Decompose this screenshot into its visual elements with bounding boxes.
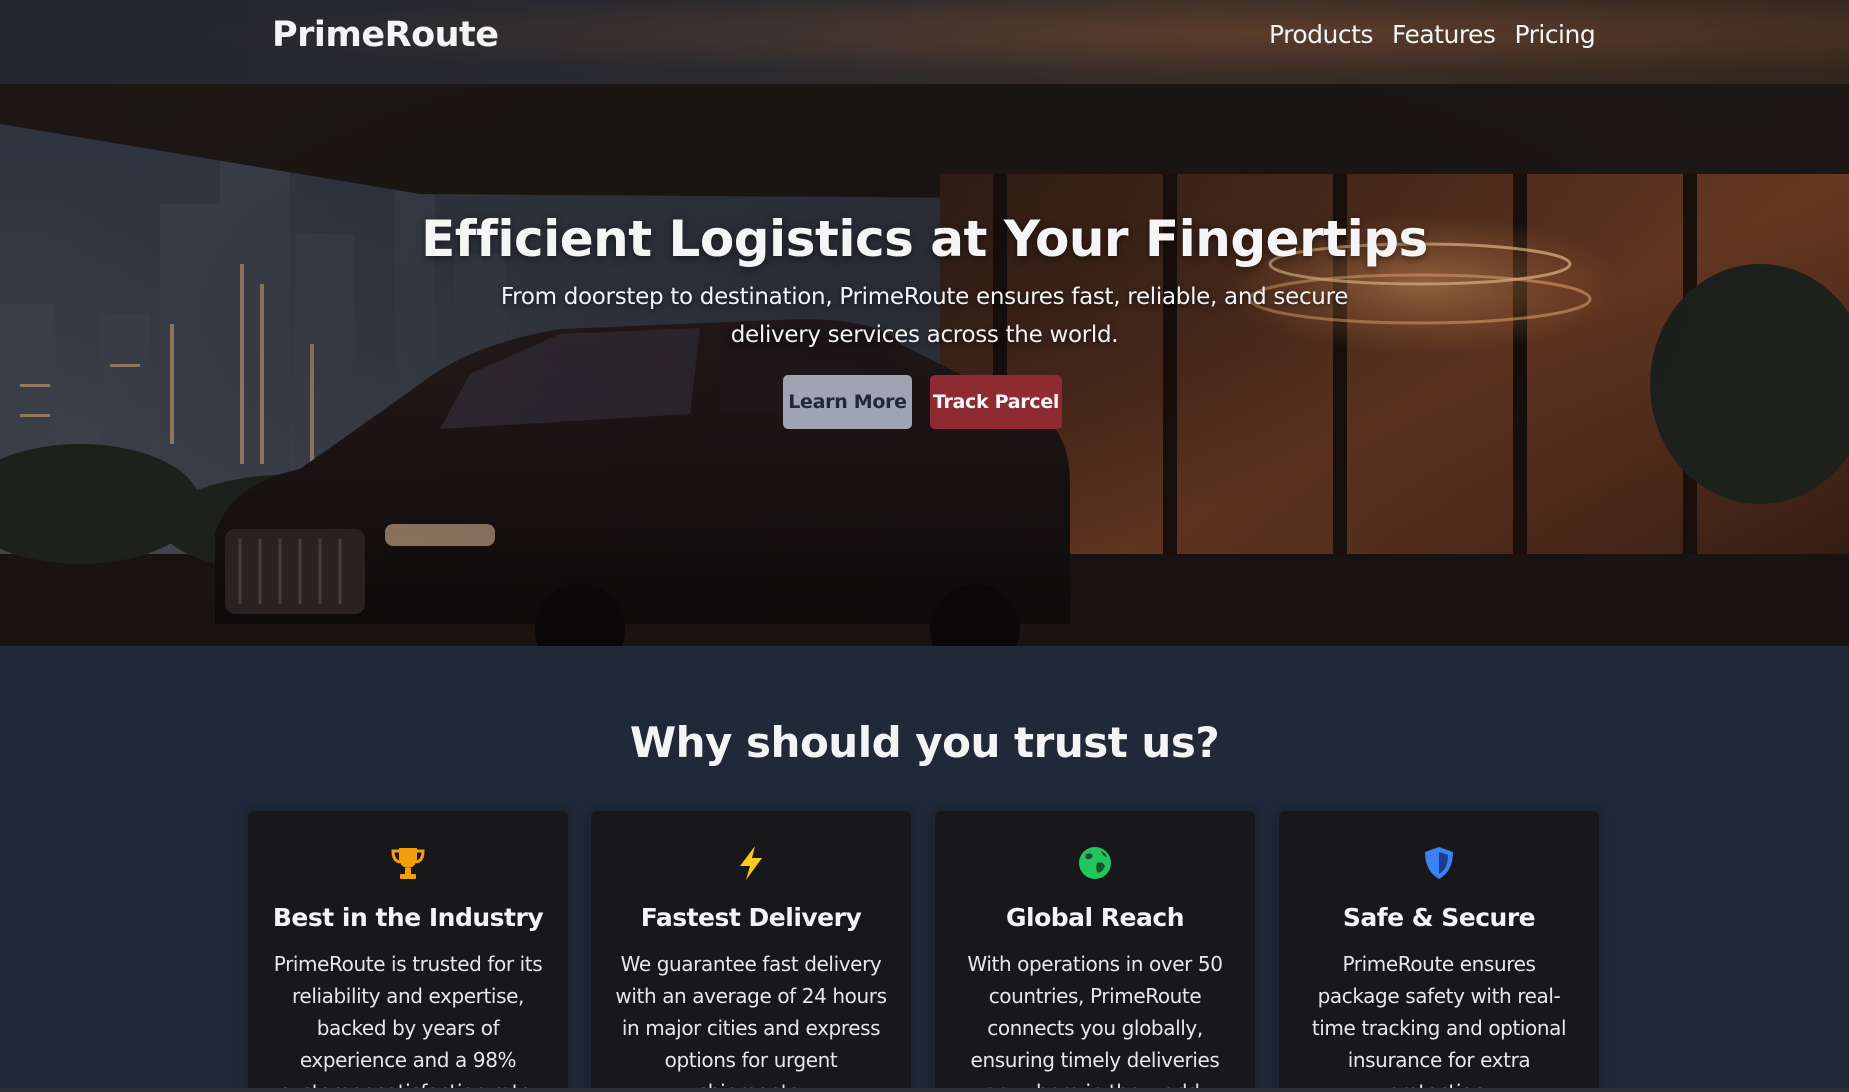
scrollbar-track (0, 1088, 1849, 1092)
hero-subtitle: From doorstep to destination, PrimeRoute… (500, 284, 1349, 348)
main-nav: Products Features Pricing (1269, 20, 1596, 49)
card-text: PrimeRoute is trusted for its reliabilit… (273, 952, 543, 1092)
card-title: Best in the Industry (272, 903, 544, 932)
nav-features[interactable]: Features (1392, 20, 1496, 49)
lightning-icon (591, 845, 911, 881)
shield-icon (1279, 845, 1599, 881)
card-text: We guarantee fast delivery with an avera… (615, 952, 887, 1092)
site-header: PrimeRoute Products Features Pricing (0, 0, 1849, 84)
card-text: PrimeRoute ensures package safety with r… (1311, 952, 1567, 1092)
feature-card-secure: Safe & Secure PrimeRoute ensures package… (1279, 811, 1599, 1092)
brand-logo[interactable]: PrimeRoute (272, 15, 499, 55)
feature-card-fastest: Fastest Delivery We guarantee fast deliv… (591, 811, 911, 1092)
trophy-icon (248, 845, 568, 881)
feature-card-best: Best in the Industry PrimeRoute is trust… (248, 811, 568, 1092)
card-title: Fastest Delivery (640, 903, 862, 932)
nav-products[interactable]: Products (1269, 20, 1373, 49)
hero-section: Efficient Logistics at Your Fingertips F… (0, 84, 1849, 646)
card-title: Global Reach (1006, 903, 1185, 932)
feature-card-global: Global Reach With operations in over 50 … (935, 811, 1255, 1092)
nav-pricing[interactable]: Pricing (1514, 20, 1595, 49)
learn-more-button[interactable]: Learn More (783, 375, 912, 429)
page: PrimeRoute Products Features Pricing Eff… (0, 0, 1849, 1092)
globe-icon (935, 845, 1255, 881)
card-title: Safe & Secure (1342, 903, 1536, 932)
track-parcel-button[interactable]: Track Parcel (930, 375, 1062, 429)
hero-title: Efficient Logistics at Your Fingertips (421, 210, 1428, 268)
card-text: With operations in over 50 countries, Pr… (967, 952, 1223, 1092)
section-title: Why should you trust us? (629, 718, 1220, 767)
hero-overlay (0, 84, 1849, 646)
